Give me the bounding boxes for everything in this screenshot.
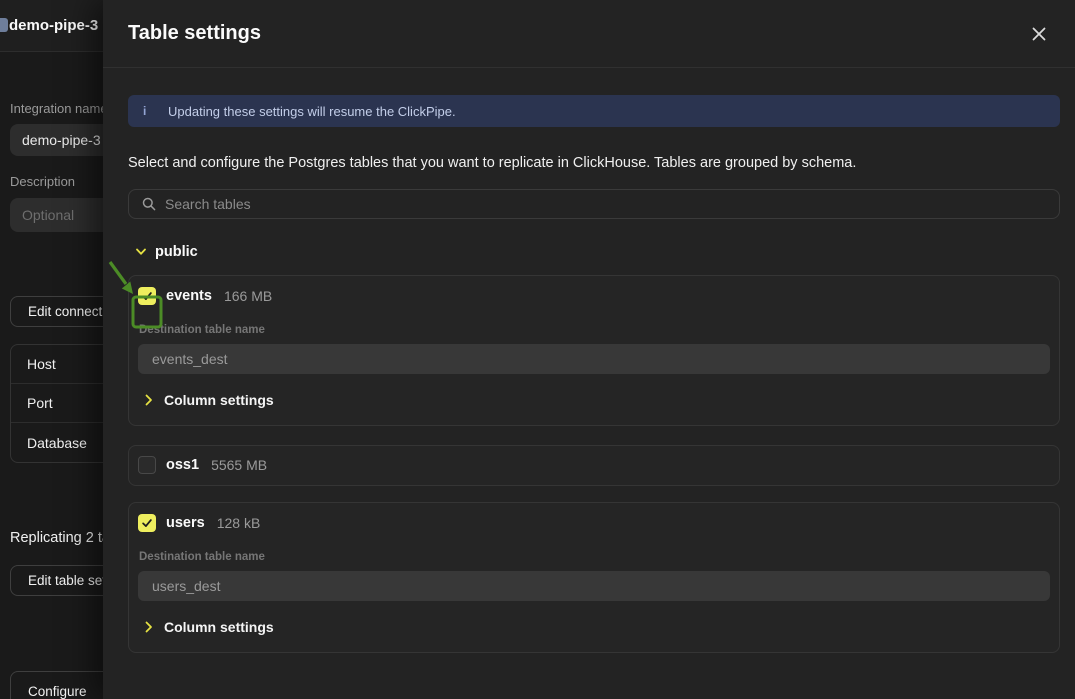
chevron-down-icon [135,248,147,256]
table-row: oss1 5565 MB [129,446,1059,485]
oss1-checkbox[interactable] [138,456,156,474]
close-icon[interactable] [1027,22,1051,46]
table-settings-modal: Table settings i Updating these settings… [103,0,1075,699]
search-tables-box[interactable] [128,189,1060,219]
table-name: events [166,288,212,304]
description-label: Description [10,174,75,189]
modal-body: i Updating these settings will resume th… [103,95,1075,653]
modal-description: Select and configure the Postgres tables… [128,155,1060,171]
search-input[interactable] [165,196,1059,212]
modal-header: Table settings [103,0,1075,68]
info-banner: i Updating these settings will resume th… [128,95,1060,127]
destination-table-input[interactable] [138,344,1050,374]
search-icon [141,196,157,212]
page-title: demo-pipe-3 [9,17,98,34]
column-settings-toggle[interactable]: Column settings [145,392,1059,425]
users-checkbox[interactable] [138,514,156,532]
column-settings-toggle[interactable]: Column settings [145,619,1059,652]
info-icon: i [143,104,168,118]
table-row: events 166 MB [129,276,1059,305]
table-size: 128 kB [217,515,261,531]
column-settings-label: Column settings [164,392,274,408]
destination-table-label: Destination table name [139,324,1059,336]
destination-table-input[interactable] [138,571,1050,601]
info-banner-text: Updating these settings will resume the … [168,104,456,119]
column-settings-label: Column settings [164,619,274,635]
table-row: users 128 kB [129,503,1059,532]
chevron-right-icon [145,394,153,406]
schema-group-public[interactable]: public [135,244,1060,260]
events-checkbox[interactable] [138,287,156,305]
table-size: 5565 MB [211,457,267,473]
pipe-badge-icon [0,18,8,32]
table-size: 166 MB [224,288,272,304]
table-card-users: users 128 kB Destination table name Colu… [128,502,1060,653]
table-card-events: events 166 MB Destination table name Col… [128,275,1060,426]
integration-name-label: Integration name [10,101,108,116]
table-name: users [166,515,205,531]
modal-title: Table settings [128,22,1027,45]
table-name: oss1 [166,457,199,473]
table-card-oss1: oss1 5565 MB [128,445,1060,486]
schema-name: public [155,244,198,260]
chevron-right-icon [145,621,153,633]
destination-table-label: Destination table name [139,551,1059,563]
